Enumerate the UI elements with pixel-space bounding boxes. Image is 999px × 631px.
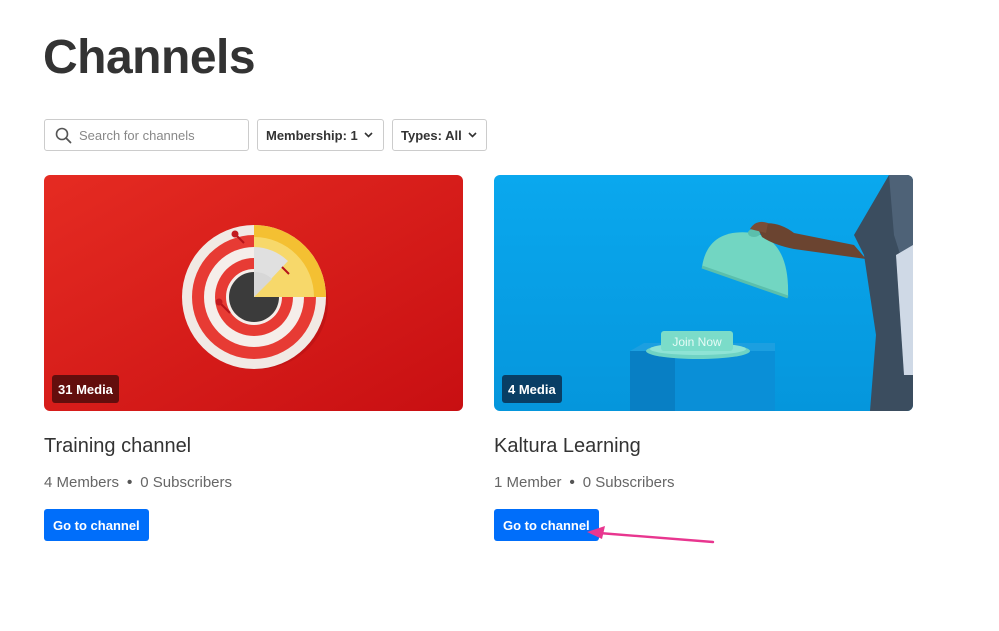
channel-thumbnail[interactable]: Join Now 4 Media xyxy=(494,175,913,411)
channel-title[interactable]: Training channel xyxy=(44,435,463,458)
types-filter-label: Types: All xyxy=(401,127,462,143)
channel-stats: 1 Member • 0 Subscribers xyxy=(494,474,913,491)
membership-filter-button[interactable]: Membership: 1 xyxy=(257,119,384,151)
page-title: Channels xyxy=(43,31,256,84)
membership-filter-label: Membership: 1 xyxy=(266,127,358,143)
members-count: 4 Members xyxy=(44,474,120,491)
members-count: 1 Member xyxy=(494,474,562,491)
channel-stats: 4 Members • 0 Subscribers xyxy=(44,474,463,491)
types-filter-button[interactable]: Types: All xyxy=(392,119,487,151)
channel-card: 31 Media Training channel 4 Members • 0 … xyxy=(44,175,463,541)
search-icon xyxy=(55,127,72,143)
chevron-down-icon xyxy=(364,132,373,138)
filter-bar: Membership: 1 Types: All xyxy=(44,119,487,151)
subscribers-count: 0 Subscribers xyxy=(140,474,233,491)
search-input[interactable] xyxy=(79,127,239,143)
separator-dot: • xyxy=(127,474,133,491)
channel-thumbnail[interactable]: 31 Media xyxy=(44,175,463,411)
separator-dot: • xyxy=(569,474,575,491)
chevron-down-icon xyxy=(468,132,477,138)
subscribers-count: 0 Subscribers xyxy=(582,474,675,491)
channel-card: Join Now 4 Media Kaltura Learning 1 Memb… xyxy=(494,175,913,541)
arrow-annotation xyxy=(587,526,715,544)
media-count-badge: 31 Media xyxy=(52,375,119,403)
media-count-badge: 4 Media xyxy=(502,375,562,403)
search-box[interactable] xyxy=(44,119,249,151)
join-now-text: Join Now xyxy=(672,335,722,349)
channel-title[interactable]: Kaltura Learning xyxy=(494,435,913,458)
go-to-channel-button[interactable]: Go to channel xyxy=(44,509,149,541)
go-to-channel-button[interactable]: Go to channel xyxy=(494,509,599,541)
